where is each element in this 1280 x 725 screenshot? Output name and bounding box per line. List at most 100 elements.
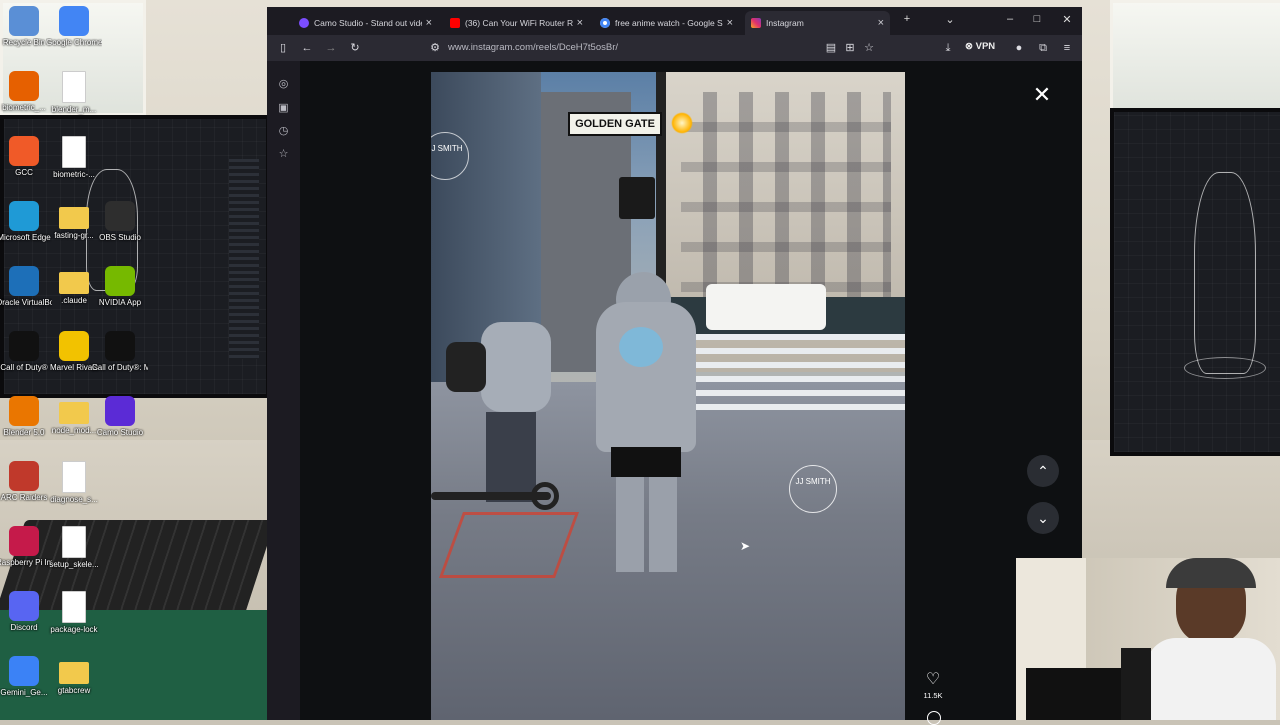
desktop-icon-package-lock[interactable]: package-lock (46, 591, 102, 635)
tab-title: Camo Studio - Stand out video (314, 18, 422, 28)
youtube-tab-icon (450, 18, 460, 28)
webcam-overlay (1016, 558, 1280, 720)
bookmark-star-icon[interactable]: ☆ (861, 40, 877, 56)
desktop-icon-diagnose-s[interactable]: diagnose_s... (46, 461, 102, 505)
firefox-icon (9, 71, 39, 101)
new-tab-button[interactable]: + (897, 13, 917, 25)
tab-youtube[interactable]: (36) Can Your WiFi Router Reall × (444, 11, 589, 35)
vpn-button[interactable]: ⊗ VPN (965, 41, 995, 52)
save-page-icon[interactable]: ⊞ (842, 40, 858, 56)
reel-video[interactable]: GOLDEN GATE JJ SMITH (431, 72, 905, 720)
reload-button[interactable]: ↻ (347, 40, 363, 56)
camo-icon (105, 396, 135, 426)
ai-chat-icon[interactable]: ◎ (277, 78, 290, 91)
browser-window: Camo Studio - Stand out video × (36) Can… (267, 7, 1082, 725)
desktop-icon-label: blender_m... (51, 105, 97, 114)
close-icon[interactable]: × (577, 17, 583, 29)
google-tab-icon (600, 18, 610, 28)
back-button[interactable]: ← (299, 40, 315, 56)
desktop-icon-setup-skele[interactable]: setup_skele... (46, 526, 102, 570)
desktop-icon-nvidia-app[interactable]: NVIDIA App (92, 266, 148, 308)
desktop-icon-gcc[interactable]: GCC (0, 136, 52, 178)
video-streetlight (671, 112, 693, 134)
forward-button[interactable]: → (323, 40, 339, 56)
tab-title: Instagram (766, 18, 804, 28)
site-info-icon[interactable]: ⚙ (427, 40, 443, 56)
desktop-icon-arc-raiders[interactable]: ARC Raiders (0, 461, 52, 503)
desktop-icon-label: Recycle Bin (2, 38, 46, 47)
like-count: 11.5K (923, 691, 943, 700)
desktop-icon-label: Gemini_Ge... (0, 688, 48, 697)
desktop-icon-camo-studio[interactable]: Camo Studio (92, 396, 148, 438)
desktop-icon-oracle-virtualbox[interactable]: Oracle VirtualBox (0, 266, 52, 308)
desktop-icon-recycle-bin[interactable]: Recycle Bin (0, 6, 52, 48)
extensions-icon[interactable]: ⧉ (1035, 40, 1051, 56)
bookmarks-icon[interactable]: ☆ (277, 148, 290, 161)
desktop-icon-discord[interactable]: Discord (0, 591, 52, 633)
next-reel-button[interactable]: ⌄ (1027, 502, 1059, 534)
video-scooter-wheel (531, 482, 559, 510)
desktop-icon-biometric[interactable]: biometric_... (0, 71, 52, 113)
close-reel-button[interactable]: ✕ (1030, 83, 1054, 107)
desktop-icon-biometric[interactable]: biometric-... (46, 136, 102, 180)
previous-reel-button[interactable]: ⌃ (1027, 455, 1059, 487)
desktop-icon-blender-m[interactable]: blender_m... (46, 71, 102, 115)
menu-icon[interactable]: ≡ (1059, 40, 1075, 56)
tab-camo-studio[interactable]: Camo Studio - Stand out video × (293, 11, 438, 35)
tab-title: free anime watch - Google Sear (615, 18, 723, 28)
desktop-icon-microsoft-edge[interactable]: Microsoft Edge (0, 201, 52, 243)
close-icon[interactable]: × (727, 17, 733, 29)
heart-icon: ♡ (925, 671, 941, 688)
desktop-icon-call-of-duty[interactable]: Call of Duty® (0, 331, 52, 373)
file-icon (62, 136, 86, 168)
instagram-reel-viewer: GOLDEN GATE JJ SMITH (300, 61, 1082, 725)
mw3-icon (105, 331, 135, 361)
close-icon[interactable]: × (878, 17, 884, 29)
window-close-button[interactable]: ✕ (1057, 13, 1077, 26)
desktop-icon-raspberry-pi-imager[interactable]: Raspberry Pi Imager (0, 526, 52, 568)
discord-icon (9, 591, 39, 621)
desktop-icon-label: diagnose_s... (50, 495, 98, 504)
folder-icon (59, 272, 89, 294)
vpn-label: VPN (975, 41, 996, 52)
desktop-icon-label: NVIDIA App (98, 298, 142, 307)
download-icon[interactable]: ⤓ (940, 40, 956, 56)
tab-instagram[interactable]: Instagram × (745, 11, 890, 35)
desktop-icon-label: setup_skele... (49, 560, 99, 569)
recycle-bin-icon (9, 6, 39, 36)
chevron-up-icon: ⌃ (1037, 463, 1049, 479)
chrome-icon (59, 6, 89, 36)
edge-icon (9, 201, 39, 231)
desktop-icon-call-of-duty-mo[interactable]: Call of Duty®: Mo... (92, 331, 148, 373)
virtualbox-icon (9, 266, 39, 296)
desktop-icon-gemini-ge[interactable]: Gemini_Ge... (0, 656, 52, 698)
raspberry-icon (9, 526, 39, 556)
chevron-down-icon: ⌄ (1037, 510, 1049, 526)
desktop-icon-google-chrome[interactable]: Google Chrome (46, 6, 102, 48)
history-icon[interactable]: ◷ (277, 125, 290, 138)
folder-icon (59, 402, 89, 424)
desktop-icon-label: OBS Studio (99, 233, 141, 242)
mouse-cursor-icon: ➤ (740, 539, 751, 553)
desktop-icon-label: gtabcrew (57, 686, 91, 695)
desktop-icon-label: ARC Raiders (0, 493, 48, 502)
reader-view-icon[interactable]: ▤ (823, 40, 839, 56)
desktop-icon-gtabcrew[interactable]: gtabcrew (46, 656, 102, 696)
account-icon[interactable]: ● (1011, 40, 1027, 56)
tabs-sync-icon[interactable]: ▣ (277, 102, 290, 115)
maximize-button[interactable]: □ (1027, 13, 1047, 25)
close-icon[interactable]: × (426, 17, 432, 29)
nvidia-icon (105, 266, 135, 296)
tab-google-search[interactable]: free anime watch - Google Sear × (594, 11, 739, 35)
navigation-toolbar: ▯ ← → ↻ ⚙ www.instagram.com/reels/DceH7t… (267, 35, 1082, 61)
desktop-icon-obs-studio[interactable]: OBS Studio (92, 201, 148, 243)
sidebar-toggle-icon[interactable]: ▯ (275, 40, 291, 56)
desktop-icon-blender-5-0[interactable]: Blender 5.0 (0, 396, 52, 438)
tab-list-chevron-icon[interactable]: ⌄ (940, 13, 960, 26)
tab-bar: Camo Studio - Stand out video × (36) Can… (267, 7, 1082, 35)
desktop-icon-label: Call of Duty®: Mo... (92, 363, 148, 372)
like-button[interactable]: ♡ 11.5K (921, 669, 945, 700)
comment-icon[interactable] (927, 711, 941, 725)
desktop-icon-label: Microsoft Edge (0, 233, 51, 242)
minimize-button[interactable]: – (1000, 13, 1020, 25)
